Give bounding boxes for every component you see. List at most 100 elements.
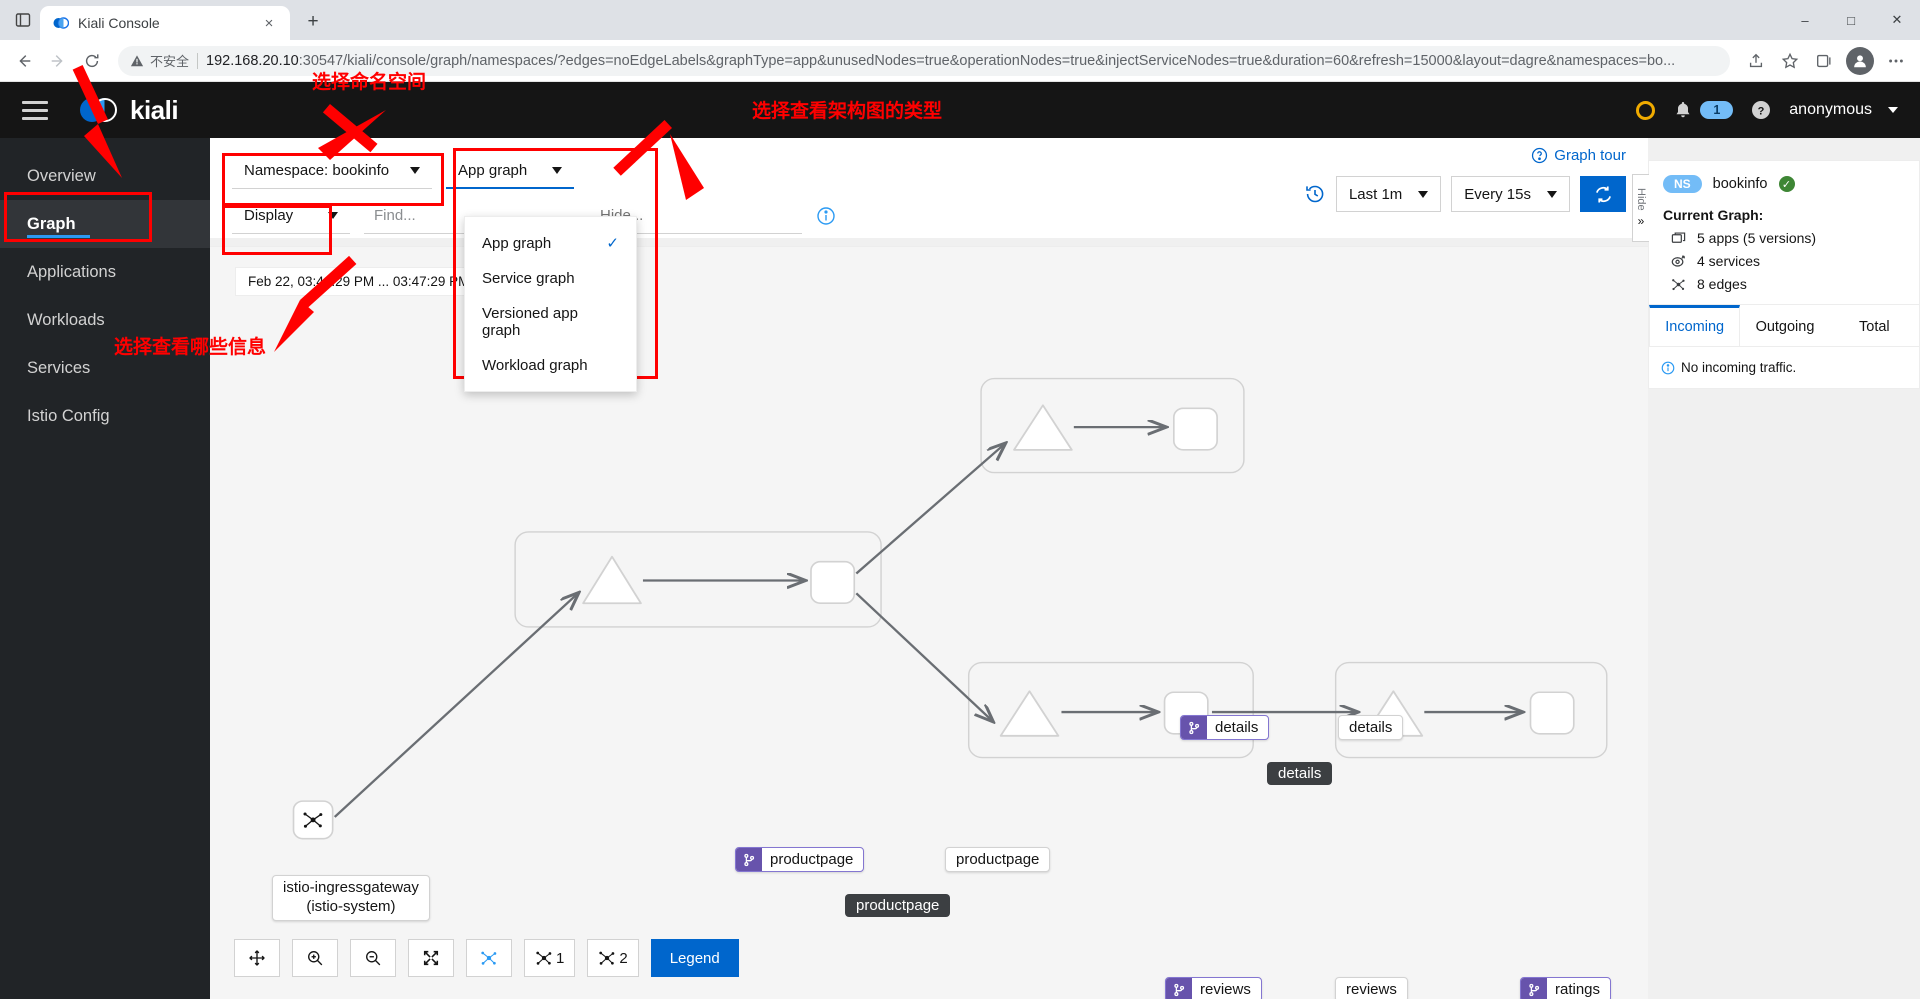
graph-canvas[interactable]: Feb 22, 03:46:29 PM ... 03:47:29 PM isti… bbox=[210, 246, 1648, 999]
status-ring-icon[interactable] bbox=[1636, 100, 1656, 120]
menu-item-workload-graph[interactable]: Workload graph bbox=[465, 348, 636, 383]
node-label-reviews-service[interactable]: reviews bbox=[1335, 977, 1408, 999]
browser-tab-kiali-console[interactable]: Kiali Console × bbox=[40, 6, 290, 40]
annotation-text-graph-type: 选择查看架构图的类型 bbox=[752, 96, 942, 123]
stat-services: 4 services bbox=[1663, 253, 1905, 269]
graph-type-dropdown-menu[interactable]: App graph ✓ Service graph Versioned app … bbox=[464, 216, 637, 392]
sidebar-item-label: Istio Config bbox=[27, 406, 110, 425]
annotation-text-display: 选择查看哪些信息 bbox=[114, 332, 266, 359]
graph-page: Namespace: bookinfo App graph Display Fi… bbox=[210, 138, 1648, 999]
sidebar-item-graph[interactable]: Graph bbox=[0, 200, 210, 248]
window-close-icon[interactable]: ✕ bbox=[1874, 0, 1920, 40]
node-label-text: ratings bbox=[1555, 981, 1601, 998]
collections-icon[interactable] bbox=[1808, 45, 1840, 77]
version-badge-icon bbox=[1181, 716, 1207, 739]
favorite-star-icon[interactable] bbox=[1774, 45, 1806, 77]
apps-icon bbox=[1670, 231, 1687, 246]
help-icon[interactable]: ? bbox=[1751, 100, 1771, 120]
tab-search-icon[interactable] bbox=[6, 0, 40, 40]
url-path: :30547/kiali/console/graph/namespaces/?e… bbox=[298, 52, 1676, 69]
chevron-down-icon bbox=[410, 167, 420, 174]
graph-bottom-toolbar: 1 2 Legend bbox=[234, 939, 739, 977]
sidebar-item-applications[interactable]: Applications bbox=[0, 248, 210, 296]
annotation-label: 选择查看哪些信息 bbox=[114, 336, 267, 358]
edges-icon bbox=[1670, 277, 1687, 292]
node-label-reviews-app[interactable]: reviews bbox=[1165, 977, 1262, 999]
kiali-logo-icon bbox=[80, 96, 120, 124]
back-icon[interactable] bbox=[8, 45, 40, 77]
graph-type-select[interactable]: App graph bbox=[446, 153, 574, 189]
sidebar-item-label: Applications bbox=[27, 262, 116, 281]
topology-icon bbox=[599, 951, 615, 965]
menu-item-label: Versioned app graph bbox=[482, 305, 578, 339]
notification-count-badge[interactable]: 1 bbox=[1700, 101, 1734, 119]
drag-mode-button[interactable] bbox=[234, 939, 280, 977]
time-range-label: Last 1m bbox=[1348, 185, 1403, 203]
menu-item-service-graph[interactable]: Service graph bbox=[465, 261, 636, 296]
node-label-text: details bbox=[1215, 719, 1259, 736]
expand-icon bbox=[423, 950, 439, 966]
svg-text:?: ? bbox=[1758, 106, 1765, 118]
empty-state-text: No incoming traffic. bbox=[1681, 360, 1797, 375]
share-icon[interactable] bbox=[1740, 45, 1772, 77]
annotation-label: 选择命名空间 bbox=[312, 71, 427, 93]
fit-to-screen-button[interactable] bbox=[408, 939, 454, 977]
forward-icon[interactable] bbox=[42, 45, 74, 77]
maximize-icon[interactable]: □ bbox=[1828, 0, 1874, 40]
sidebar-item-istio-config[interactable]: Istio Config bbox=[0, 392, 210, 440]
not-secure-indicator[interactable]: 不安全 bbox=[130, 51, 189, 70]
hide-label: Hide bbox=[1635, 187, 1647, 211]
node-label-details-service[interactable]: details bbox=[1338, 715, 1404, 740]
user-menu[interactable]: anonymous bbox=[1789, 101, 1898, 119]
tab-total[interactable]: Total bbox=[1830, 305, 1919, 346]
minimize-icon[interactable]: – bbox=[1782, 0, 1828, 40]
stat-edges: 8 edges bbox=[1663, 276, 1905, 292]
history-icon[interactable] bbox=[1304, 183, 1326, 205]
kiali-masthead: kiali 1 ? anonymous bbox=[0, 82, 1920, 138]
tab-outgoing[interactable]: Outgoing bbox=[1740, 305, 1829, 346]
legend-button[interactable]: Legend bbox=[650, 939, 739, 977]
namespace-select-label: Namespace: bookinfo bbox=[244, 162, 390, 179]
side-panel-hide-toggle[interactable]: Hide » bbox=[1632, 174, 1649, 242]
browser-window: Kiali Console × + – □ ✕ 不安全 192.168.20.1… bbox=[0, 0, 1920, 999]
window-controls: – □ ✕ bbox=[1782, 0, 1920, 40]
chevron-down-icon bbox=[552, 166, 562, 174]
node-label-text: productpage bbox=[956, 851, 1040, 868]
node-label-productpage-service[interactable]: productpage bbox=[945, 847, 1051, 872]
omnibox-divider bbox=[197, 52, 199, 69]
zoom-in-icon bbox=[308, 951, 323, 966]
node-label-istio-ingressgateway[interactable]: istio-ingressgateway (istio-system) bbox=[272, 875, 430, 921]
graph-layout-default-button[interactable] bbox=[466, 939, 512, 977]
menu-item-app-graph[interactable]: App graph ✓ bbox=[465, 225, 636, 261]
namespace-select[interactable]: Namespace: bookinfo bbox=[232, 153, 432, 189]
node-label-ratings-app[interactable]: ratings bbox=[1520, 977, 1612, 999]
graph-toolbar: Namespace: bookinfo App graph Display Fi… bbox=[210, 138, 1648, 238]
node-label-details-app[interactable]: details bbox=[1180, 715, 1270, 740]
notifications[interactable]: 1 bbox=[1673, 100, 1734, 120]
group-label-text: details bbox=[1278, 765, 1322, 782]
refresh-interval-select[interactable]: Every 15s bbox=[1451, 176, 1570, 212]
reload-icon[interactable] bbox=[76, 45, 108, 77]
display-select[interactable]: Display bbox=[232, 198, 350, 234]
node-label-text: details bbox=[1349, 719, 1393, 736]
zoom-out-button[interactable] bbox=[350, 939, 396, 977]
close-icon[interactable]: × bbox=[258, 12, 280, 34]
bell-icon[interactable] bbox=[1673, 100, 1693, 120]
tab-incoming[interactable]: Incoming bbox=[1649, 305, 1741, 346]
profile-avatar[interactable] bbox=[1846, 46, 1874, 75]
menu-item-versioned-app-graph[interactable]: Versioned app graph bbox=[465, 296, 636, 348]
new-tab-button[interactable]: + bbox=[298, 7, 328, 37]
chevron-down-icon bbox=[1547, 190, 1557, 198]
menu-toggle-icon[interactable] bbox=[22, 100, 48, 120]
zoom-in-button[interactable] bbox=[292, 939, 338, 977]
refresh-button[interactable] bbox=[1580, 176, 1626, 212]
sidebar-item-overview[interactable]: Overview bbox=[0, 152, 210, 200]
graph-layout-1-button[interactable]: 1 bbox=[524, 939, 576, 977]
traffic-tabs: Incoming Outgoing Total bbox=[1649, 305, 1919, 347]
node-label-productpage-app[interactable]: productpage bbox=[735, 847, 865, 872]
more-options-icon[interactable] bbox=[1880, 45, 1912, 77]
time-range-select[interactable]: Last 1m bbox=[1335, 176, 1442, 212]
info-icon[interactable] bbox=[816, 206, 836, 226]
graph-tour-button[interactable]: Graph tour bbox=[1304, 138, 1626, 172]
graph-layout-2-button[interactable]: 2 bbox=[587, 939, 639, 977]
